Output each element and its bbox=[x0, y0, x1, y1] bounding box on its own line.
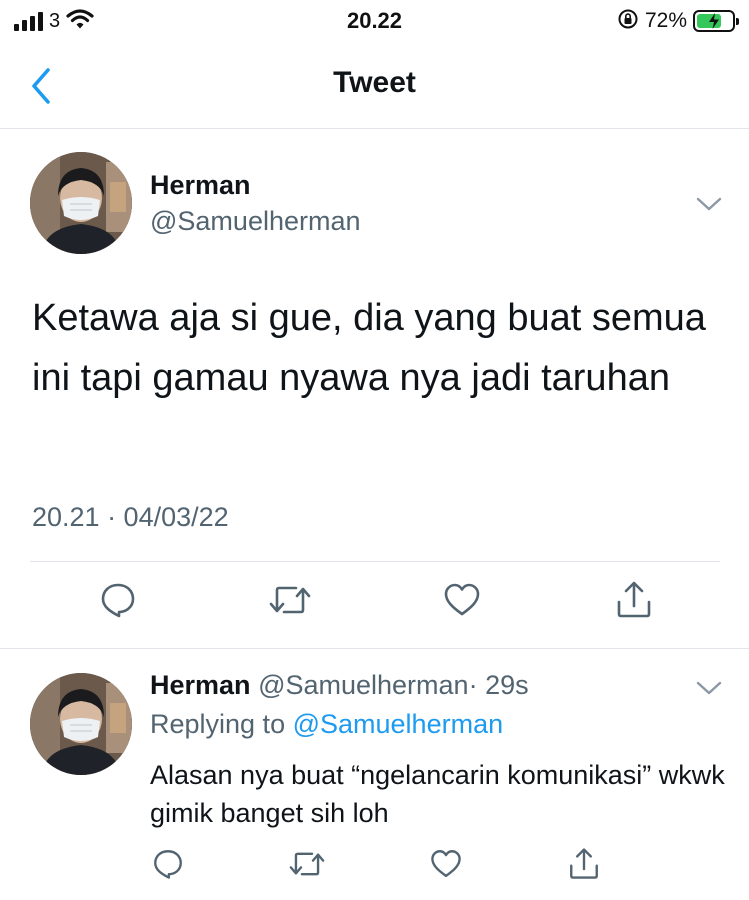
reply-author-handle[interactable]: @Samuelherman bbox=[258, 670, 469, 700]
share-button[interactable] bbox=[612, 578, 656, 622]
reply-reply-button[interactable] bbox=[148, 844, 188, 884]
tweet-menu-button[interactable] bbox=[694, 194, 724, 214]
avatar[interactable] bbox=[30, 152, 132, 254]
chevron-down-icon bbox=[696, 197, 722, 211]
tweet-actions bbox=[0, 578, 749, 628]
reply-retweet-button[interactable] bbox=[286, 844, 328, 884]
status-right: 72% bbox=[617, 8, 739, 35]
reply-header: Herman @Samuelherman· 29s bbox=[150, 670, 529, 701]
reply-button[interactable] bbox=[96, 578, 140, 622]
reply-actions bbox=[0, 844, 749, 888]
replying-prefix: Replying to bbox=[150, 709, 293, 739]
reply-avatar[interactable] bbox=[30, 673, 132, 775]
reply-icon bbox=[101, 583, 135, 618]
nav-bar: Tweet bbox=[0, 44, 749, 129]
battery-percent: 72% bbox=[644, 9, 687, 32]
replying-mention-link[interactable]: @Samuelherman bbox=[293, 709, 504, 739]
author-handle[interactable]: @Samuelherman bbox=[150, 206, 361, 237]
replying-to: Replying to @Samuelherman bbox=[150, 709, 503, 740]
heart-icon bbox=[431, 850, 461, 878]
chevron-down-icon bbox=[696, 681, 722, 695]
section-divider bbox=[0, 648, 749, 649]
retweet-icon bbox=[269, 586, 311, 614]
share-icon bbox=[570, 848, 598, 879]
divider bbox=[30, 561, 720, 562]
reply-menu-button[interactable] bbox=[694, 678, 724, 698]
battery-charging-icon bbox=[693, 10, 739, 32]
page-title: Tweet bbox=[333, 66, 416, 99]
tweet-text: Ketawa aja si gue, dia yang buat semua i… bbox=[32, 297, 706, 399]
reply-like-button[interactable] bbox=[426, 844, 466, 884]
like-button[interactable] bbox=[440, 578, 484, 622]
retweet-button[interactable] bbox=[268, 578, 312, 622]
author-name[interactable]: Herman bbox=[150, 170, 251, 201]
reply-share-button[interactable] bbox=[564, 844, 604, 884]
reply-time: · 29s bbox=[468, 670, 529, 700]
reply-icon bbox=[154, 850, 182, 879]
reply-text: Alasan nya buat “ngelancarin komunikasi”… bbox=[150, 760, 725, 828]
reply-author-name[interactable]: Herman bbox=[150, 670, 251, 700]
tweet-timestamp[interactable]: 20.21 · 04/03/22 bbox=[32, 502, 229, 533]
rotation-lock-icon bbox=[617, 8, 639, 35]
retweet-icon bbox=[289, 852, 325, 876]
status-bar: 3 20.22 72% bbox=[0, 0, 749, 44]
battery-nub bbox=[736, 18, 739, 25]
share-icon bbox=[617, 581, 651, 618]
bolt-icon bbox=[709, 13, 719, 29]
heart-icon bbox=[444, 583, 480, 616]
